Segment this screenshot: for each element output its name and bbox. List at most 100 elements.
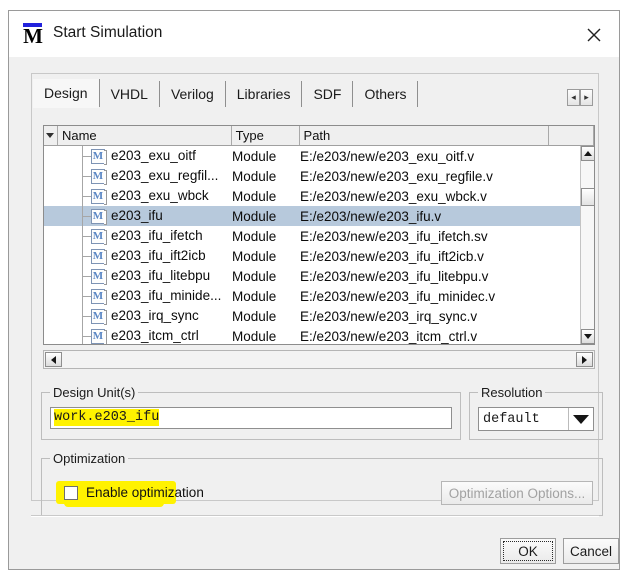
row-name: e203_ifu_minide... <box>111 288 222 303</box>
ok-button[interactable]: OK <box>500 538 556 564</box>
module-icon: M <box>91 209 107 225</box>
design-unit-list[interactable]: Name Type Path Me203_exu_oitf Module E:/e2… <box>43 125 595 345</box>
module-icon: M <box>91 249 107 265</box>
tree-line-vertical <box>82 326 83 344</box>
start-simulation-dialog: M Start Simulation Design VHDL Verilog L… <box>8 10 620 570</box>
module-icon-letter: M <box>92 290 104 302</box>
tree-line-horizontal <box>82 196 91 197</box>
tab-verilog[interactable]: Verilog <box>159 81 226 107</box>
list-horizontal-scrollbar[interactable] <box>43 350 595 369</box>
list-rows: Me203_exu_oitf Module E:/e203/new/e203_exu… <box>44 146 580 344</box>
close-icon[interactable] <box>579 21 609 49</box>
table-row[interactable]: Me203_exu_oitf Module E:/e203/new/e203_exu… <box>44 146 580 166</box>
checkbox-box-icon <box>64 485 78 500</box>
tab-scroll-controls: ◂ ▸ <box>567 89 593 106</box>
optimization-options-button[interactable]: Optimization Options... <box>441 481 593 505</box>
tab-others[interactable]: Others <box>353 81 419 107</box>
tree-line-horizontal <box>82 156 91 157</box>
modelsim-m-icon: M <box>22 23 44 47</box>
tree-line-horizontal <box>82 316 91 317</box>
table-row[interactable]: Me203_itcm_ctrl Module E:/e203/new/e203_it… <box>44 326 580 344</box>
module-icon: M <box>91 149 107 165</box>
tree-line-horizontal <box>82 216 91 217</box>
table-row[interactable]: Me203_ifu_ifetch Module E:/e203/new/e203_i… <box>44 226 580 246</box>
tab-libraries[interactable]: Libraries <box>225 81 303 107</box>
row-path: E:/e203/new/e203_irq_sync.v <box>300 308 478 324</box>
list-vertical-scrollbar[interactable] <box>580 146 594 344</box>
row-path: E:/e203/new/e203_ifu.v <box>300 208 442 224</box>
module-icon: M <box>91 269 107 285</box>
row-path: E:/e203/new/e203_ifu_ift2icb.v <box>300 248 484 264</box>
module-icon: M <box>91 189 107 205</box>
screenshot-root: M Start Simulation Design VHDL Verilog L… <box>0 0 630 581</box>
tab-sdf-label: SDF <box>313 86 342 102</box>
row-name-cell: Me203_exu_wbck <box>44 186 232 206</box>
resolution-group: Resolution default <box>469 385 603 440</box>
column-header-type[interactable]: Type <box>231 126 300 145</box>
optimization-legend: Optimization <box>50 451 129 466</box>
row-name-cell: Me203_ifu <box>44 206 232 226</box>
scroll-up-icon[interactable] <box>581 146 594 161</box>
row-name: e203_irq_sync <box>111 308 199 323</box>
tab-scroll-right-icon[interactable]: ▸ <box>580 89 593 106</box>
footer-separator <box>31 515 599 517</box>
cancel-button[interactable]: Cancel <box>563 538 619 564</box>
module-icon: M <box>91 329 107 344</box>
tree-line-horizontal <box>82 236 91 237</box>
column-header-name[interactable]: Name <box>57 126 232 145</box>
tree-line-horizontal <box>82 336 91 337</box>
module-icon-letter: M <box>92 210 104 222</box>
row-name-cell: Me203_ifu_minide... <box>44 286 232 306</box>
module-icon-letter: M <box>92 310 104 322</box>
highlight-annotation-underline <box>64 499 164 507</box>
design-unit-input[interactable]: work.e203_ifu <box>50 407 452 429</box>
vertical-scroll-thumb[interactable] <box>581 188 594 206</box>
list-header: Name Type Path <box>44 126 594 146</box>
chevron-down-icon[interactable] <box>568 408 593 430</box>
module-icon: M <box>91 229 107 245</box>
tab-vhdl-label: VHDL <box>110 86 148 102</box>
scroll-left-icon[interactable] <box>45 352 62 367</box>
tab-scroll-left-icon[interactable]: ◂ <box>567 89 580 106</box>
module-icon: M <box>91 289 107 305</box>
dialog-titlebar: M Start Simulation <box>9 11 619 57</box>
column-header-path[interactable]: Path <box>299 126 550 145</box>
table-row[interactable]: Me203_exu_regfil... Module E:/e203/new/e20… <box>44 166 580 186</box>
module-icon-letter: M <box>92 330 104 342</box>
tab-vhdl[interactable]: VHDL <box>99 81 160 107</box>
tree-line-horizontal <box>82 276 91 277</box>
row-type: Module <box>232 188 277 204</box>
modelsim-m-letter: M <box>23 24 43 48</box>
table-row[interactable]: Me203_exu_wbck Module E:/e203/new/e203_exu… <box>44 186 580 206</box>
resolution-select[interactable]: default <box>478 407 594 431</box>
row-type: Module <box>232 148 277 164</box>
tab-libraries-label: Libraries <box>236 86 291 102</box>
row-name: e203_ifu_ift2icb <box>111 248 206 263</box>
enable-optimization-checkbox[interactable]: Enable optimization <box>64 485 204 500</box>
column-header-extra[interactable] <box>549 126 594 145</box>
table-row[interactable]: Me203_irq_sync Module E:/e203/new/e203_irq… <box>44 306 580 326</box>
enable-optimization-label: Enable optimization <box>86 485 204 500</box>
row-name-cell: Me203_ifu_litebpu <box>44 266 232 286</box>
row-type: Module <box>232 208 277 224</box>
row-path: E:/e203/new/e203_ifu_ifetch.sv <box>300 228 488 244</box>
row-name: e203_exu_oitf <box>111 148 196 163</box>
scroll-right-icon[interactable] <box>576 352 593 367</box>
table-row[interactable]: Me203_ifu_minide... Module E:/e203/new/e20… <box>44 286 580 306</box>
tree-line-horizontal <box>82 256 91 257</box>
dialog-title: Start Simulation <box>53 24 163 41</box>
row-name-cell: Me203_irq_sync <box>44 306 232 326</box>
tab-design[interactable]: Design <box>33 79 100 108</box>
design-units-group: Design Unit(s) work.e203_ifu <box>41 385 461 440</box>
scroll-down-icon[interactable] <box>581 329 594 344</box>
module-icon-letter: M <box>92 230 104 242</box>
module-icon-letter: M <box>92 150 104 162</box>
row-name-cell: Me203_ifu_ifetch <box>44 226 232 246</box>
column-sort-indicator[interactable] <box>44 126 58 145</box>
row-path: E:/e203/new/e203_exu_oitf.v <box>300 148 475 164</box>
optimization-group: Optimization Enable optimization Optimiz… <box>41 451 603 516</box>
table-row[interactable]: Me203_ifu Module E:/e203/new/e203_ifu.v <box>44 206 580 226</box>
tab-sdf[interactable]: SDF <box>302 81 354 107</box>
table-row[interactable]: Me203_ifu_ift2icb Module E:/e203/new/e203_… <box>44 246 580 266</box>
table-row[interactable]: Me203_ifu_litebpu Module E:/e203/new/e203_… <box>44 266 580 286</box>
